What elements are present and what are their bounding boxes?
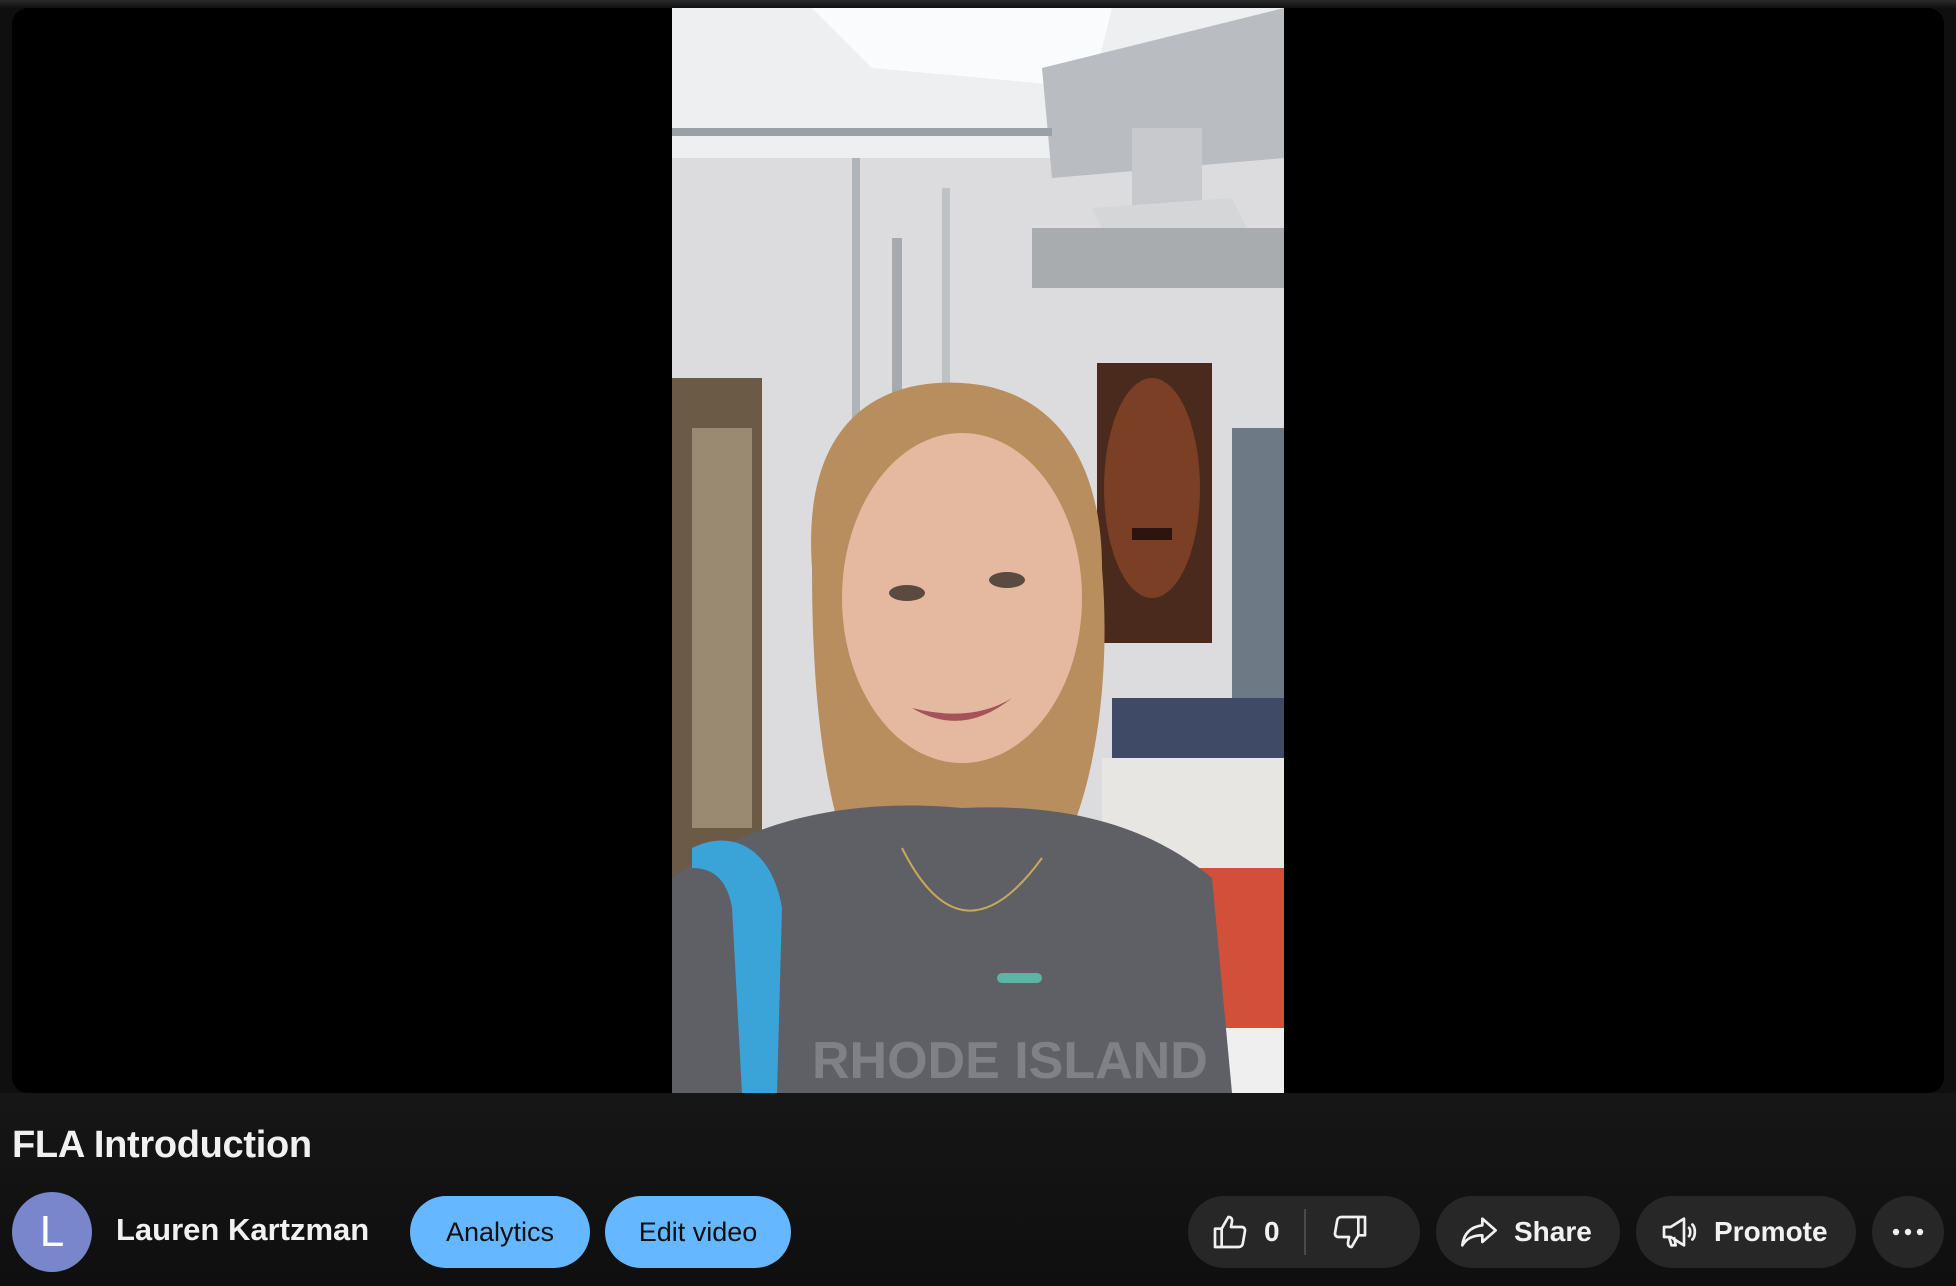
channel-name[interactable]: Lauren Kartzman: [116, 1212, 369, 1248]
promote-label: Promote: [1714, 1216, 1828, 1247]
channel-avatar[interactable]: L: [12, 1192, 92, 1272]
more-actions-button[interactable]: [1872, 1196, 1944, 1268]
top-edge: [0, 0, 1956, 8]
share-button[interactable]: Share: [1436, 1196, 1620, 1268]
more-horizontal-icon: [1890, 1226, 1926, 1238]
video-thumbnail-illustration: RHODE ISLAND: [672, 8, 1284, 1093]
avatar-letter: L: [39, 1207, 65, 1256]
promote-button[interactable]: Promote: [1636, 1196, 1856, 1268]
thumbs-up-icon: [1210, 1212, 1250, 1252]
like-button[interactable]: 0: [1188, 1196, 1280, 1268]
dislike-button[interactable]: [1306, 1196, 1370, 1268]
analytics-button[interactable]: Analytics: [410, 1196, 590, 1268]
megaphone-icon: [1658, 1212, 1700, 1252]
video-frame[interactable]: RHODE ISLAND: [672, 8, 1284, 1093]
like-count: 0: [1264, 1216, 1280, 1247]
video-player[interactable]: RHODE ISLAND: [12, 8, 1944, 1093]
share-label: Share: [1514, 1216, 1592, 1247]
thumbs-down-icon: [1330, 1212, 1370, 1252]
edit-video-button[interactable]: Edit video: [605, 1196, 791, 1268]
video-title: FLA Introduction: [12, 1124, 312, 1166]
share-arrow-icon: [1458, 1212, 1500, 1252]
like-dislike-group: 0: [1188, 1196, 1420, 1268]
svg-text:RHODE ISLAND: RHODE ISLAND: [812, 1032, 1208, 1090]
